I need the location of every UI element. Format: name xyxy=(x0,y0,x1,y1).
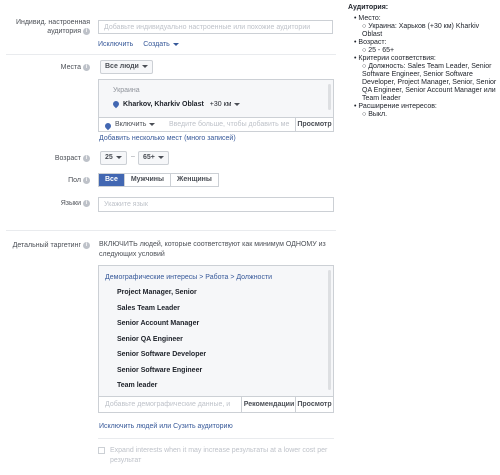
audience-summary: Аудитория: • Место: ○ Украина: Харьков (… xyxy=(348,4,498,119)
location-item[interactable]: Kharkov, Kharkiv Oblast +30 км xyxy=(111,99,241,109)
info-icon[interactable]: i xyxy=(83,154,90,162)
bulk-locations-link[interactable]: Добавить несколько мест (много записей) xyxy=(99,135,236,142)
summary-place: • Место: ○ Украина: Харьков (+30 км) Kha… xyxy=(354,15,480,38)
create-dropdown[interactable]: Создать xyxy=(143,41,179,48)
summary-criteria: • Критерии соответствия: ○ Должность: Sa… xyxy=(354,55,497,102)
gender-label: Пол i xyxy=(2,176,90,185)
info-icon[interactable]: i xyxy=(83,176,90,184)
targeting-item[interactable]: Senior Software Developer xyxy=(117,347,206,363)
gender-men-button[interactable]: Мужчины xyxy=(125,174,172,186)
custom-audience-placeholder: Добавьте индивидуально настроенные или п… xyxy=(104,24,311,31)
age-to-dropdown[interactable]: 65+ xyxy=(138,151,169,165)
chevron-down-icon xyxy=(115,155,122,159)
info-icon[interactable]: i xyxy=(83,199,90,207)
places-type-dropdown[interactable]: Все люди xyxy=(100,60,153,74)
gender-women-button[interactable]: Женщины xyxy=(171,174,218,186)
targeting-item[interactable]: Project Manager, Senior xyxy=(117,285,206,301)
scrollbar[interactable] xyxy=(328,270,331,390)
chevron-down-icon xyxy=(157,155,164,159)
targeting-breadcrumb: Демографические интересы > Работа > Долж… xyxy=(105,274,273,281)
gender-selector: Все Мужчины Женщины xyxy=(98,173,219,187)
targeting-item[interactable]: Senior Account Manager xyxy=(117,316,206,332)
scrollbar[interactable] xyxy=(328,84,331,110)
targeting-list: Project Manager, Senior Sales Team Leader… xyxy=(117,285,206,394)
exclude-link[interactable]: Исключить xyxy=(98,41,133,48)
age-dash: – xyxy=(131,153,135,160)
chevron-down-icon xyxy=(149,122,156,126)
targeting-item[interactable]: Senior Software Engineer xyxy=(117,363,206,379)
age-label: Возраст i xyxy=(2,154,90,163)
summary-expand: • Расширение интересов: ○ Выкл. xyxy=(354,103,437,118)
location-box: Украина Kharkov, Kharkiv Oblast +30 км В… xyxy=(98,79,334,132)
places-label: Места i xyxy=(2,63,90,72)
include-dropdown[interactable]: Включить xyxy=(115,121,156,128)
info-icon[interactable]: i xyxy=(83,241,90,249)
recommendations-button[interactable]: Рекомендации xyxy=(241,397,296,413)
country-label: Украина xyxy=(113,87,140,94)
detailed-targeting-label: Детальный таргетинг i xyxy=(2,241,90,250)
gender-all-button[interactable]: Все xyxy=(99,174,125,186)
detailed-targeting-description: ВКЛЮЧИТЬ людей, которые соответствуют ка… xyxy=(99,241,326,258)
exclude-or-narrow-link[interactable]: Исключить людей или Сузить аудиторию xyxy=(99,423,233,430)
age-from-dropdown[interactable]: 25 xyxy=(100,151,127,165)
info-icon[interactable]: i xyxy=(83,63,90,71)
languages-label: Языки i xyxy=(2,199,90,208)
divider xyxy=(6,230,336,231)
location-search-input[interactable]: Введите больше, чтобы добавить ме xyxy=(169,121,289,128)
targeting-browse-button[interactable]: Просмотр xyxy=(295,397,333,413)
location-pin-icon xyxy=(103,121,113,131)
location-pin-icon xyxy=(111,99,121,109)
summary-title: Аудитория: xyxy=(348,4,389,11)
targeting-item[interactable]: Sales Team Leader xyxy=(117,301,206,317)
custom-audience-input[interactable]: Добавьте индивидуально настроенные или п… xyxy=(98,20,333,34)
browse-button[interactable]: Просмотр xyxy=(295,118,333,132)
targeting-item[interactable]: Team leader xyxy=(117,378,206,394)
targeting-search-input[interactable]: Добавьте демографические данные, и xyxy=(105,401,230,408)
chevron-down-icon xyxy=(172,42,179,46)
languages-input[interactable]: Укажите язык xyxy=(98,197,334,212)
summary-age: • Возраст: ○ 25 - 65+ xyxy=(354,39,395,54)
divider xyxy=(98,438,334,439)
chevron-down-icon xyxy=(141,64,148,68)
custom-audience-label: Индивид. настроенная аудитория i xyxy=(15,19,90,35)
expand-interests-text: Expand interests when it may increase ре… xyxy=(110,447,328,464)
detailed-targeting-box: Демографические интересы > Работа > Долж… xyxy=(98,265,334,413)
expand-interests-checkbox[interactable] xyxy=(98,447,105,454)
info-icon[interactable]: i xyxy=(83,27,90,35)
languages-placeholder: Укажите язык xyxy=(104,201,148,208)
chevron-down-icon xyxy=(234,102,241,106)
divider xyxy=(6,54,336,55)
targeting-item[interactable]: Senior QA Engineer xyxy=(117,332,206,348)
